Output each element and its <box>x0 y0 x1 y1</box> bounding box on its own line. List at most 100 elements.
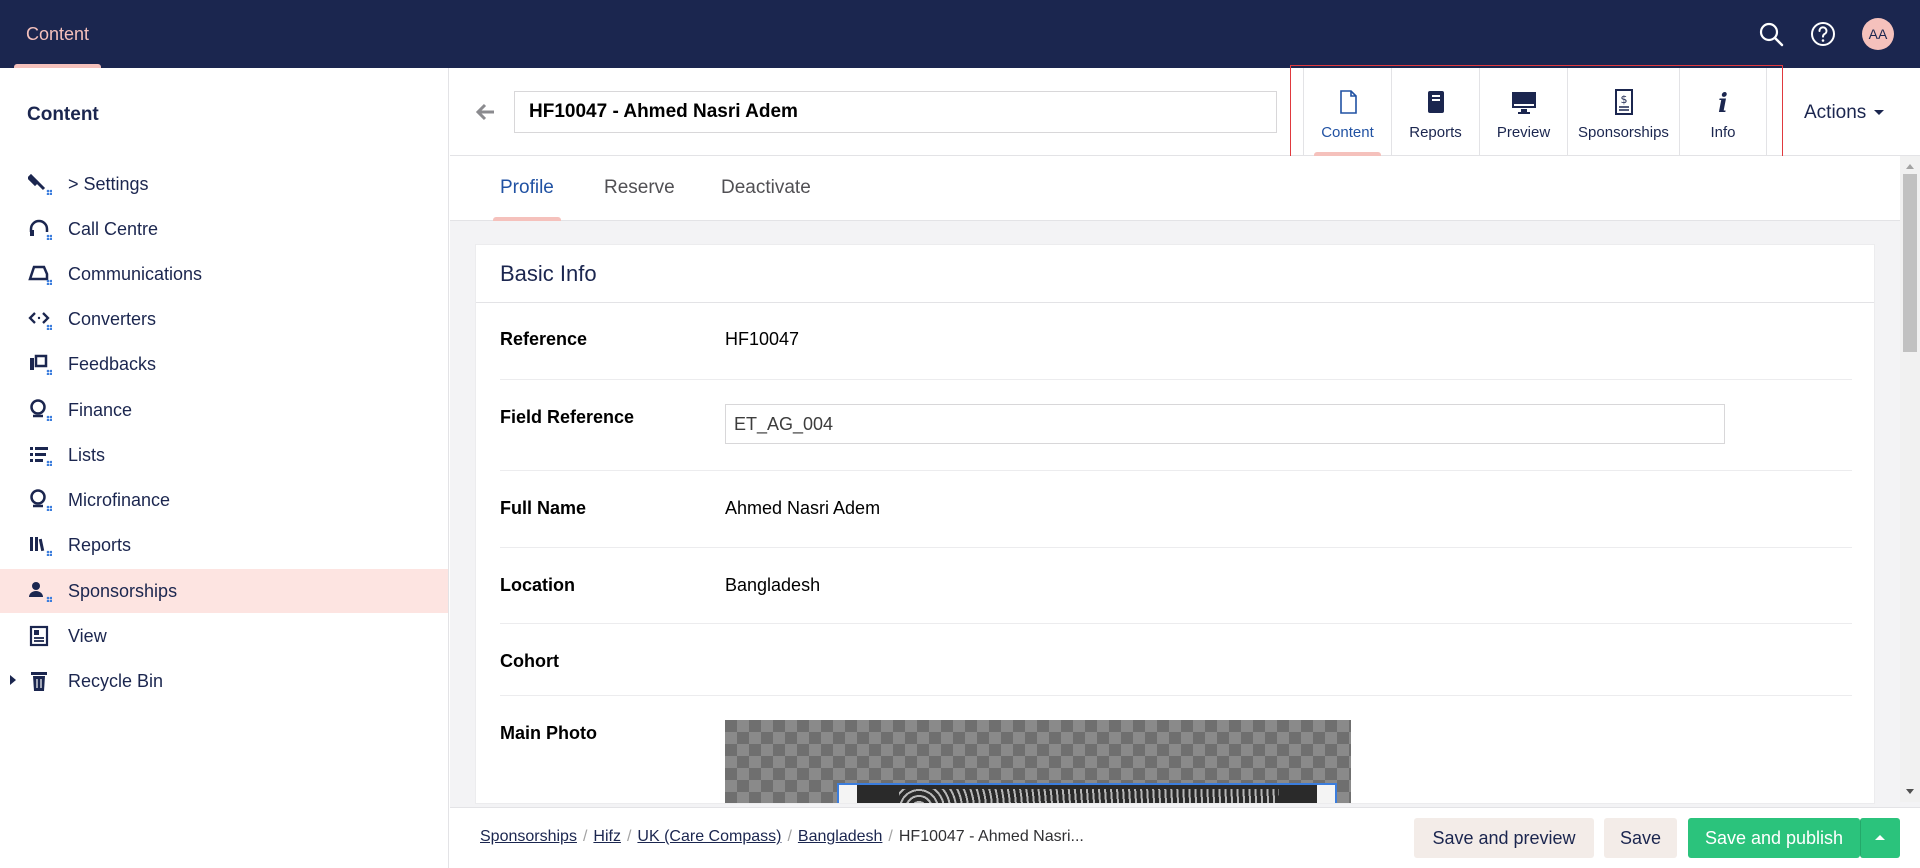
sidebar-item-settings[interactable]: > Settings <box>0 162 448 206</box>
panel-header: Basic Info <box>476 245 1874 303</box>
monitor-icon <box>1511 92 1536 114</box>
property-label: Reference <box>500 329 588 349</box>
section-content[interactable]: Content <box>14 0 102 68</box>
sidebar-item-reports[interactable]: Reports <box>0 523 448 567</box>
breadcrumb-link[interactable]: Bangladesh <box>798 828 883 845</box>
sidebar-item-label: Microfinance <box>68 490 171 510</box>
receipt-dollar-icon: $ <box>1614 89 1633 115</box>
photo-pattern <box>899 789 1279 803</box>
coin-icon <box>30 489 52 511</box>
content-subtabs: Profile Reserve Deactivate <box>450 156 1900 221</box>
actions-label: Actions <box>1804 102 1867 123</box>
section-label: Content <box>26 24 90 44</box>
books-icon <box>30 537 52 556</box>
node-name-input[interactable] <box>514 91 1277 133</box>
tab-label: Reserve <box>604 177 675 198</box>
sidebar-item-call-centre[interactable]: Call Centre <box>0 207 448 251</box>
field-reference-input[interactable] <box>725 404 1725 444</box>
info-icon: i <box>1718 89 1728 116</box>
app-tab-preview[interactable]: Preview <box>1479 68 1567 156</box>
sidebar-item-microfinance[interactable]: Microfinance <box>0 478 448 522</box>
sidebar-item-label: Communications <box>68 264 203 284</box>
photo-crop-area[interactable] <box>837 783 1337 803</box>
avatar[interactable]: AA <box>1862 18 1894 50</box>
save-button[interactable]: Save <box>1604 818 1677 858</box>
property-row-full-name: Full Name Ahmed Nasri Adem <box>500 471 1852 548</box>
user-dollar-icon <box>29 582 52 602</box>
sidebar-item-lists[interactable]: Lists <box>0 433 448 477</box>
scroll-down-icon[interactable] <box>1906 789 1914 794</box>
main-content: Content Reports Preview $ Sponsorships i… <box>450 65 1920 868</box>
breadcrumb-link[interactable]: Sponsorships <box>480 828 577 845</box>
breadcrumb-separator: / <box>787 828 792 845</box>
main-photo-image[interactable] <box>725 720 1351 803</box>
app-tab-label: Content <box>1321 124 1374 141</box>
briefcase-icon <box>30 354 52 375</box>
newspaper-icon <box>29 625 49 647</box>
breadcrumb-current: HF10047 - Ahmed Nasri... <box>898 828 1084 845</box>
book-icon <box>1427 91 1444 113</box>
sidebar-item-sponsorships[interactable]: Sponsorships <box>0 569 448 613</box>
sidebar-item-communications[interactable]: Communications <box>0 252 448 296</box>
coin-icon <box>30 399 52 421</box>
save-and-preview-button[interactable]: Save and preview <box>1414 818 1594 858</box>
property-value: HF10047 <box>725 329 800 349</box>
property-label: Field Reference <box>500 407 635 427</box>
breadcrumb: Sponsorships / Hifz / UK (Care Compass) / Bang… <box>480 828 1084 846</box>
app-tab-info[interactable]: i Info <box>1679 68 1767 156</box>
app-tab-label: Sponsorships <box>1578 124 1669 141</box>
tab-reserve[interactable]: Reserve <box>597 156 682 221</box>
help-icon[interactable] <box>1809 20 1837 48</box>
panel-title: Basic Info <box>500 261 597 286</box>
sidebar-item-label: Sponsorships <box>68 581 178 601</box>
app-tab-reports[interactable]: Reports <box>1391 68 1479 156</box>
wrench-icon <box>28 173 52 195</box>
property-label: Location <box>500 575 575 595</box>
property-row-location: Location Bangladesh <box>500 548 1852 624</box>
tab-profile[interactable]: Profile <box>493 156 561 221</box>
editor-header: Content Reports Preview $ Sponsorships i… <box>450 65 1920 169</box>
top-bar: Content AA <box>0 0 1920 68</box>
svg-text:i: i <box>1718 89 1728 116</box>
back-arrow-icon[interactable] <box>476 102 496 122</box>
breadcrumb-separator: / <box>626 828 632 845</box>
save-and-publish-button[interactable]: Save and publish <box>1688 818 1860 858</box>
crop-handle[interactable] <box>839 785 857 803</box>
vertical-scrollbar[interactable] <box>1900 156 1920 802</box>
sidebar-title: Content <box>27 104 99 125</box>
scroll-up-icon[interactable] <box>1906 164 1914 169</box>
sidebar-item-feedbacks[interactable]: Feedbacks <box>0 342 448 386</box>
trash-icon <box>31 672 47 691</box>
publish-options-button[interactable] <box>1860 818 1900 858</box>
breadcrumb-link[interactable]: UK (Care Compass) <box>637 828 781 845</box>
property-value: Ahmed Nasri Adem <box>725 498 881 518</box>
sidebar-item-label: Call Centre <box>68 219 159 239</box>
sidebar-item-converters[interactable]: Converters <box>0 297 448 341</box>
sidebar-item-recycle-bin[interactable]: Recycle Bin <box>0 659 448 703</box>
property-value: Bangladesh <box>725 575 821 595</box>
property-row-cohort: Cohort <box>500 624 1852 696</box>
property-row-reference: Reference HF10047 <box>500 303 1852 380</box>
property-label: Full Name <box>500 498 587 518</box>
property-row-field-reference: Field Reference <box>500 380 1852 471</box>
breadcrumb-link[interactable]: Hifz <box>593 828 621 845</box>
app-tab-label: Reports <box>1409 124 1462 141</box>
svg-text:$: $ <box>1620 93 1627 106</box>
chevron-down-icon <box>1874 110 1885 116</box>
crop-handle[interactable] <box>1317 785 1335 803</box>
search-icon[interactable] <box>1757 20 1785 48</box>
sidebar-item-view[interactable]: View <box>0 614 448 658</box>
app-tab-label: Preview <box>1496 124 1551 141</box>
app-tab-content[interactable]: Content <box>1303 68 1391 156</box>
sidebar-item-finance[interactable]: Finance <box>0 388 448 432</box>
scrollbar-thumb[interactable] <box>1903 174 1917 352</box>
breadcrumb-separator: / <box>888 828 893 845</box>
list-icon <box>30 447 52 466</box>
expand-caret-icon[interactable] <box>10 675 16 685</box>
actions-dropdown[interactable]: Actions <box>1804 102 1885 124</box>
chevron-up-icon <box>1875 835 1885 840</box>
tab-label: Deactivate <box>721 177 811 198</box>
property-label: Cohort <box>500 651 559 671</box>
app-tab-sponsorships[interactable]: $ Sponsorships <box>1567 68 1679 156</box>
tab-deactivate[interactable]: Deactivate <box>714 156 818 221</box>
